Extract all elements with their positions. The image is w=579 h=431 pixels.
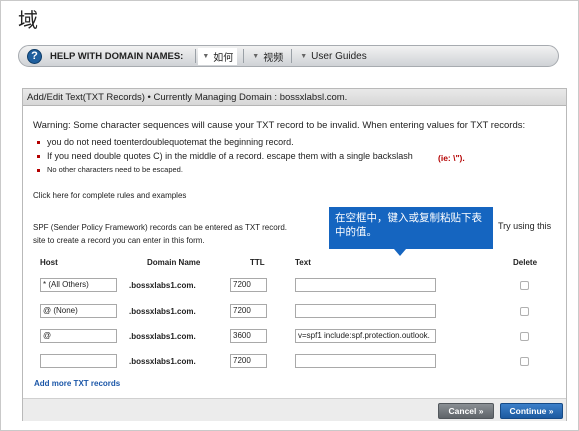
help-link-label: 视频 bbox=[263, 52, 284, 64]
column-header-text: Text bbox=[295, 258, 311, 267]
text-input[interactable] bbox=[295, 278, 436, 292]
spf-try-link[interactable]: Try using this bbox=[498, 221, 551, 231]
table-row: .bossxlabs1.com. 7200 bbox=[23, 354, 568, 370]
delete-checkbox[interactable] bbox=[520, 307, 529, 316]
ttl-input[interactable]: 7200 bbox=[230, 354, 267, 368]
delete-checkbox[interactable] bbox=[520, 281, 529, 290]
domain-name: .bossxlabs1.com. bbox=[129, 332, 196, 341]
domain-name: .bossxlabs1.com. bbox=[129, 357, 196, 366]
button-bar: Cancel » Continue » bbox=[23, 398, 566, 421]
ttl-input[interactable]: 3600 bbox=[230, 329, 267, 343]
rules-examples-link[interactable]: Click here for complete rules and exampl… bbox=[33, 191, 186, 200]
continue-button[interactable]: Continue » bbox=[500, 403, 563, 419]
host-input[interactable] bbox=[40, 354, 117, 368]
chevron-down-icon: ▼ bbox=[300, 52, 308, 60]
page-title: 域 bbox=[18, 8, 38, 32]
text-input[interactable] bbox=[295, 304, 436, 318]
spf-info-line: SPF (Sender Policy Framework) records ca… bbox=[33, 223, 288, 232]
column-header-ttl: TTL bbox=[250, 258, 265, 267]
help-link-user-guides[interactable]: ▼ User Guides bbox=[294, 51, 373, 62]
table-row: @ .bossxlabs1.com. 3600 v=spf1 include:s… bbox=[23, 329, 568, 345]
column-header-host: Host bbox=[40, 258, 58, 267]
help-bar: ? HELP WITH DOMAIN NAMES: ▼ 如何 ▼ 视频 ▼ Us… bbox=[18, 45, 559, 67]
host-input[interactable]: * (All Others) bbox=[40, 278, 117, 292]
text-input[interactable]: v=spf1 include:spf.protection.outlook. bbox=[295, 329, 436, 343]
ttl-input[interactable]: 7200 bbox=[230, 278, 267, 292]
delete-checkbox[interactable] bbox=[520, 357, 529, 366]
column-header-delete: Delete bbox=[513, 258, 538, 267]
dialog-header: Add/Edit Text(TXT Records) • Currently M… bbox=[23, 89, 566, 106]
ttl-input[interactable]: 7200 bbox=[230, 304, 267, 318]
bullet-item: you do not need toenterdoublequotemat th… bbox=[37, 137, 413, 147]
spf-info-line: site to create a record you can enter in… bbox=[33, 236, 205, 245]
help-link-video[interactable]: ▼ 视频 bbox=[246, 49, 289, 64]
domain-name: .bossxlabs1.com. bbox=[129, 281, 196, 290]
help-question-icon: ? bbox=[27, 48, 42, 64]
callout-arrow bbox=[394, 249, 406, 256]
chevron-down-icon: ▼ bbox=[252, 52, 260, 60]
warning-bullets: you do not need toenterdoublequotemat th… bbox=[37, 137, 413, 178]
table-row: * (All Others) .bossxlabs1.com. 7200 bbox=[23, 278, 568, 294]
chevron-down-icon: ▼ bbox=[202, 52, 210, 60]
domain-name: .bossxlabs1.com. bbox=[129, 307, 196, 316]
host-input[interactable]: @ bbox=[40, 329, 117, 343]
help-separator bbox=[243, 49, 245, 63]
host-input[interactable]: @ (None) bbox=[40, 304, 117, 318]
help-link-label: User Guides bbox=[311, 50, 367, 62]
add-more-txt-records-link[interactable]: Add more TXT records bbox=[34, 379, 120, 388]
column-header-domain: Domain Name bbox=[147, 258, 201, 267]
help-separator bbox=[195, 49, 197, 63]
instruction-callout: 在空框中，键入或复制粘贴下表中的值。 bbox=[329, 207, 493, 249]
table-row: @ (None) .bossxlabs1.com. 7200 bbox=[23, 304, 568, 320]
bullet-item: If you need double quotes C) in the midd… bbox=[37, 151, 413, 161]
cancel-button[interactable]: Cancel » bbox=[438, 403, 494, 419]
delete-checkbox[interactable] bbox=[520, 332, 529, 341]
help-link-label: 如何 bbox=[213, 52, 234, 64]
text-input[interactable] bbox=[295, 354, 436, 368]
escape-example-note: (ie: \"). bbox=[438, 153, 465, 163]
bullet-item: No other characters need to be escaped. bbox=[37, 165, 413, 174]
help-bar-label: HELP WITH DOMAIN NAMES: bbox=[50, 50, 184, 62]
warning-text: Warning: Some character sequences will c… bbox=[33, 120, 526, 131]
txt-record-dialog: Add/Edit Text(TXT Records) • Currently M… bbox=[22, 88, 567, 421]
help-link-how-to[interactable]: ▼ 如何 bbox=[198, 47, 238, 65]
spf-info-text: SPF (Sender Policy Framework) records ca… bbox=[33, 221, 333, 247]
help-separator bbox=[291, 49, 293, 63]
